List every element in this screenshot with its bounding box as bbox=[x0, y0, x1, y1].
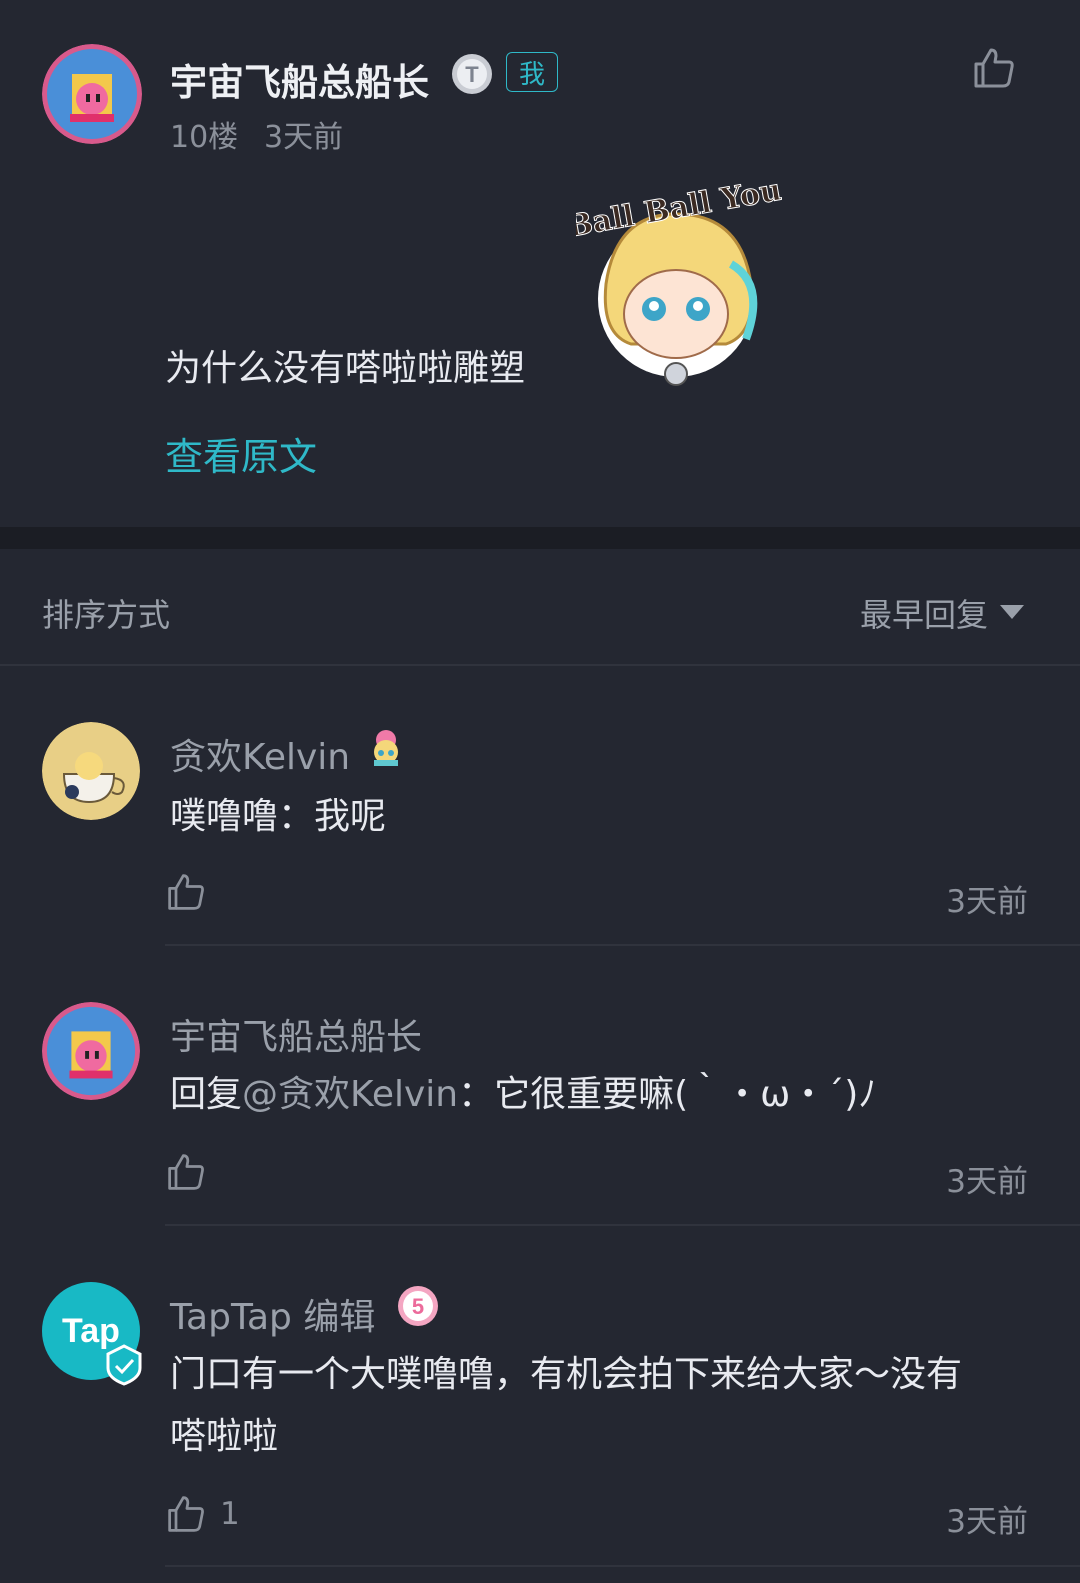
taptap-avatar-text: Tap bbox=[62, 1312, 120, 1350]
reply-like-icon[interactable] bbox=[166, 872, 206, 912]
section-divider bbox=[0, 527, 1080, 549]
reply-text: 回复@贪欢Kelvin：它很重要嘛(｀・ω・´)ﾉ bbox=[170, 1064, 876, 1126]
taptap-avatar[interactable]: Tap bbox=[42, 1282, 146, 1386]
reply-avatar[interactable] bbox=[42, 1002, 140, 1100]
reply-body: ：它很重要嘛(｀・ω・´)ﾉ bbox=[458, 1074, 877, 1115]
reply-text-line2: 嗒啦啦 bbox=[170, 1416, 279, 1457]
sort-divider bbox=[0, 664, 1080, 666]
caret-down-icon bbox=[1000, 604, 1025, 623]
sort-value: 最早回复 bbox=[860, 596, 989, 634]
level-badge-icon: T bbox=[450, 52, 494, 96]
reply-avatar[interactable] bbox=[42, 722, 140, 820]
author-name[interactable]: 宇宙飞船总船长 bbox=[170, 52, 429, 106]
reply-divider bbox=[165, 1224, 1080, 1226]
post-text: 为什么没有嗒啦啦雕塑 bbox=[165, 348, 526, 389]
sort-dropdown[interactable]: 最早回复 bbox=[860, 590, 1025, 636]
author-avatar[interactable] bbox=[42, 44, 142, 144]
like-count: 1 bbox=[220, 1496, 240, 1532]
reply-like-icon[interactable] bbox=[166, 1494, 206, 1534]
svg-text:T: T bbox=[465, 62, 479, 87]
reply-divider bbox=[165, 944, 1080, 946]
reply-like-icon[interactable] bbox=[166, 1152, 206, 1192]
reply-author[interactable]: 宇宙飞船总船长 bbox=[170, 1008, 422, 1060]
reply-divider bbox=[165, 1565, 1080, 1567]
reply-text-line1: 门口有一个大噗噜噜，有机会拍下来给大家～没有 bbox=[170, 1354, 963, 1395]
me-badge: 我 bbox=[506, 52, 558, 92]
post-time: 3天前 bbox=[264, 120, 344, 155]
ball-ball-you-sticker: Ball Ball You bbox=[564, 172, 785, 390]
view-original-link[interactable]: 查看原文 bbox=[165, 426, 317, 481]
reply-time: 3天前 bbox=[946, 1504, 1028, 1540]
reply-text: 噗噜噜：我呢 bbox=[170, 796, 387, 837]
reply-time: 3天前 bbox=[946, 884, 1028, 920]
reply-author[interactable]: TapTap 编辑 bbox=[170, 1288, 375, 1340]
post-like-icon[interactable] bbox=[972, 46, 1016, 90]
mention-link[interactable]: @贪欢Kelvin bbox=[242, 1074, 458, 1115]
reply-prefix: 回复 bbox=[170, 1074, 243, 1115]
rank-badge-icon: 5 bbox=[396, 1284, 440, 1328]
rank-badge-text: 5 bbox=[412, 1294, 424, 1319]
post-floor: 10楼 bbox=[170, 120, 239, 155]
sort-label: 排序方式 bbox=[42, 596, 171, 634]
reply-time: 3天前 bbox=[946, 1164, 1028, 1200]
fan-badge-icon bbox=[366, 726, 406, 768]
reply-author[interactable]: 贪欢Kelvin bbox=[170, 728, 350, 780]
